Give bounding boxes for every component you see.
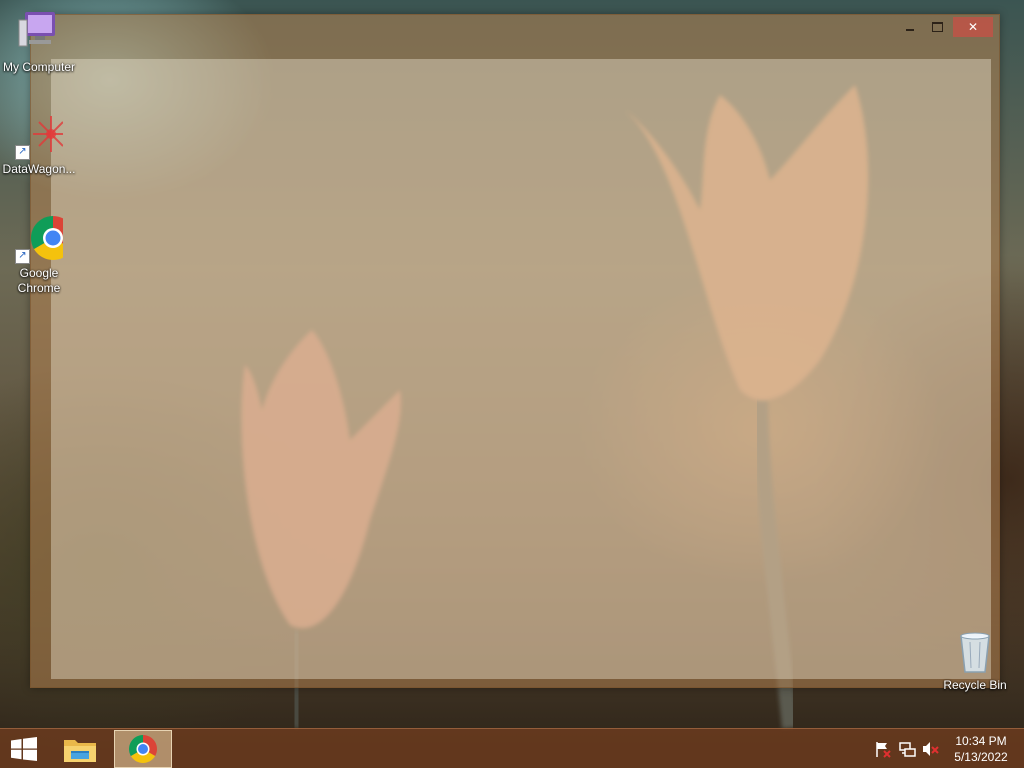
action-center-flag-icon[interactable]	[874, 740, 892, 758]
system-tray	[868, 729, 954, 768]
maximize-button[interactable]	[927, 17, 947, 37]
desktop-icon-label: Google Chrome	[17, 266, 61, 295]
windows-logo-icon	[11, 737, 37, 761]
computer-icon	[15, 10, 63, 58]
recycle-bin-icon	[951, 630, 999, 676]
chrome-icon: ↗	[15, 216, 75, 264]
close-button[interactable]: ✕	[953, 17, 993, 37]
chrome-icon	[129, 735, 157, 763]
close-icon: ✕	[967, 20, 979, 34]
desktop-icon-label: DataWagon...	[2, 162, 76, 176]
shortcut-arrow-icon: ↗	[15, 249, 30, 264]
network-icon[interactable]	[898, 740, 916, 758]
desktop-icon-google-chrome[interactable]: ↗ Google Chrome	[1, 216, 77, 296]
taskbar-chrome-button[interactable]	[114, 730, 172, 768]
speaker-muted-icon[interactable]	[922, 740, 940, 758]
clock-date: 5/13/2022	[954, 750, 1008, 764]
clock-time: 10:34 PM	[955, 734, 1007, 748]
shortcut-arrow-icon: ↗	[15, 145, 30, 160]
desktop: ✕ My Computer ↗ DataWagon... ↗ Google Ch…	[0, 0, 1024, 768]
app-window[interactable]: ✕	[30, 14, 1000, 688]
folder-icon	[64, 740, 96, 762]
taskbar: 10:34 PM 5/13/2022	[0, 728, 1024, 768]
minimize-button[interactable]	[901, 17, 919, 37]
start-button[interactable]	[0, 729, 48, 768]
desktop-icon-datawagon[interactable]: ↗ DataWagon...	[1, 112, 77, 177]
desktop-icon-label: Recycle Bin	[943, 678, 1007, 692]
minimize-icon	[906, 29, 914, 31]
taskbar-clock[interactable]: 10:34 PM 5/13/2022	[948, 733, 1014, 765]
maximize-icon	[931, 22, 943, 32]
desktop-icon-recycle-bin[interactable]: Recycle Bin	[937, 630, 1013, 693]
window-client-area[interactable]	[51, 59, 991, 679]
desktop-icon-label: My Computer	[2, 60, 76, 74]
taskbar-file-explorer-button[interactable]	[56, 729, 104, 768]
desktop-icon-my-computer[interactable]: My Computer	[1, 10, 77, 75]
datawagon-icon: ↗	[15, 112, 69, 160]
